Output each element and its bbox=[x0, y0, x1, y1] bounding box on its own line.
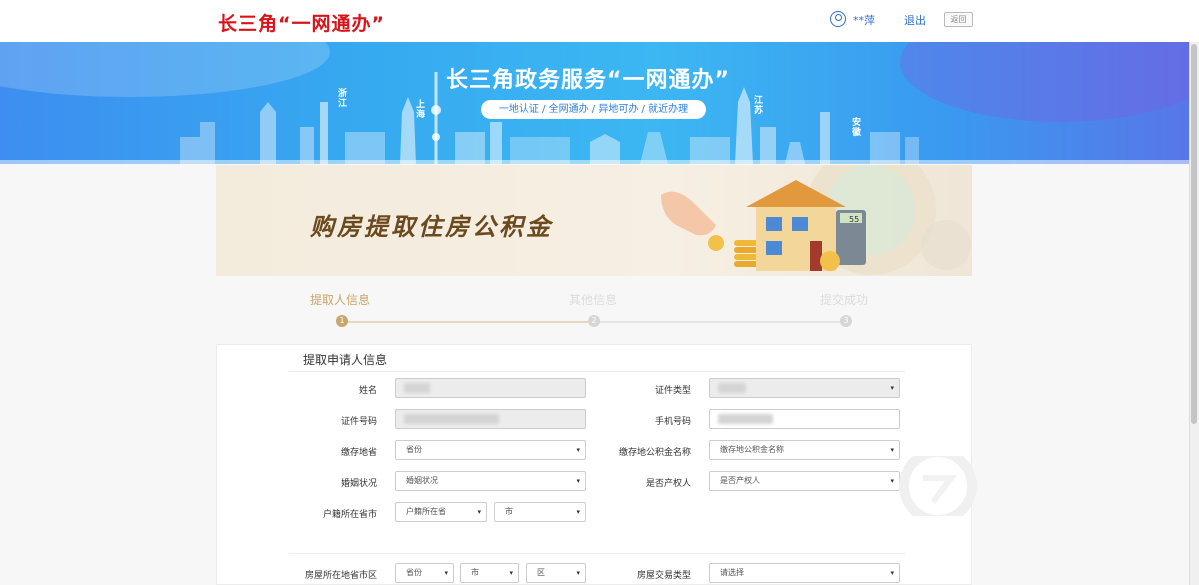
trade-type-label: 房屋交易类型 bbox=[636, 571, 691, 581]
province-label-jiangsu: 江苏 bbox=[754, 96, 764, 116]
step-2-dot: 2 bbox=[588, 315, 600, 327]
house-province-value: 省份 bbox=[406, 568, 422, 577]
redacted-id-number bbox=[404, 414, 499, 424]
id-type-label: 证件类型 bbox=[654, 386, 691, 396]
logout-link[interactable]: 退出 bbox=[904, 12, 926, 28]
province-label-shanghai: 上海 bbox=[416, 100, 426, 120]
marital-value: 婚姻状况 bbox=[406, 476, 438, 485]
owner-select[interactable]: 是否产权人 ▾ bbox=[709, 471, 900, 491]
household-city-select[interactable]: 市 ▾ bbox=[494, 502, 586, 522]
deposit-province-label: 缴存地省 bbox=[340, 448, 377, 458]
redacted-id-type bbox=[718, 383, 746, 393]
banner: 长三角政务服务“一网通办” 一地认证 / 全网通办 / 异地可办 / 就近办理 … bbox=[0, 42, 1189, 164]
house-province-select[interactable]: 省份 ▾ bbox=[395, 563, 454, 583]
section-title: 提取申请人信息 bbox=[303, 353, 388, 367]
chevron-down-icon: ▾ bbox=[509, 569, 513, 577]
step-3-dot: 3 bbox=[840, 315, 852, 327]
id-number-field[interactable] bbox=[395, 409, 586, 429]
house-district-select[interactable]: 区 ▾ bbox=[526, 563, 586, 583]
back-button[interactable]: 返回 bbox=[944, 12, 973, 27]
redacted-name bbox=[404, 383, 430, 393]
step-2-label: 其他信息 bbox=[569, 293, 618, 307]
top-bar: 长三角“一网通办” **萍 退出 返回 bbox=[0, 0, 1199, 43]
user-icon[interactable] bbox=[830, 11, 846, 27]
household-province-value: 户籍所在省 bbox=[406, 507, 446, 516]
chevron-down-icon: ▾ bbox=[444, 569, 448, 577]
step-1-label: 提取人信息 bbox=[310, 293, 371, 307]
site-logo[interactable]: 长三角“一网通办” bbox=[218, 9, 385, 36]
phone-label: 手机号码 bbox=[654, 417, 691, 427]
section-divider bbox=[289, 371, 905, 372]
chevron-down-icon: ▾ bbox=[576, 477, 580, 485]
deposit-province-select[interactable]: 省份 ▾ bbox=[395, 440, 586, 460]
banner-title: 长三角政务服务“一网通办” bbox=[446, 68, 730, 93]
trade-type-select[interactable]: 请选择 ▾ bbox=[709, 563, 900, 583]
decorative-watermark-icon bbox=[899, 456, 977, 516]
id-type-select[interactable]: ▾ bbox=[709, 378, 900, 398]
province-label-zhejiang: 浙江 bbox=[338, 89, 348, 109]
household-city-value: 市 bbox=[505, 507, 513, 516]
phone-field[interactable] bbox=[709, 409, 900, 429]
trade-type-value: 请选择 bbox=[720, 568, 744, 577]
house-location-label: 房屋所在地省市区 bbox=[304, 571, 377, 581]
name-label: 姓名 bbox=[358, 386, 377, 396]
chevron-down-icon: ▾ bbox=[890, 384, 894, 392]
marital-label: 婚姻状况 bbox=[340, 479, 377, 489]
house-city-value: 市 bbox=[471, 568, 479, 577]
house-city-select[interactable]: 市 ▾ bbox=[460, 563, 519, 583]
progress-steps: 提取人信息 1 其他信息 2 提交成功 3 bbox=[216, 277, 972, 337]
marital-select[interactable]: 婚姻状况 ▾ bbox=[395, 471, 586, 491]
chevron-down-icon: ▾ bbox=[477, 508, 481, 516]
applicant-form: 提取申请人信息 姓名 证件类型 ▾ 证件号码 手机号码 缴存地省 省份 ▾ 缴存… bbox=[216, 344, 972, 585]
svg-text:55: 55 bbox=[849, 215, 859, 224]
step-1-dot: 1 bbox=[336, 315, 348, 327]
section-divider-2 bbox=[289, 553, 905, 554]
owner-value: 是否产权人 bbox=[720, 476, 760, 485]
fund-center-label: 缴存地公积金名称 bbox=[618, 448, 691, 458]
fund-center-select[interactable]: 缴存地公积金名称 ▾ bbox=[709, 440, 900, 460]
step-connector-progress bbox=[342, 321, 594, 323]
name-field[interactable] bbox=[395, 378, 586, 398]
id-number-label: 证件号码 bbox=[340, 417, 377, 427]
step-3-label: 提交成功 bbox=[820, 293, 869, 307]
chevron-down-icon: ▾ bbox=[576, 569, 580, 577]
fund-center-value: 缴存地公积金名称 bbox=[720, 445, 784, 454]
user-name[interactable]: **萍 bbox=[853, 12, 875, 28]
household-label: 户籍所在省市 bbox=[322, 510, 377, 520]
redacted-phone bbox=[718, 414, 773, 424]
household-province-select[interactable]: 户籍所在省 ▾ bbox=[395, 502, 487, 522]
owner-label: 是否产权人 bbox=[645, 479, 691, 489]
chevron-down-icon: ▾ bbox=[576, 446, 580, 454]
chevron-down-icon: ▾ bbox=[890, 569, 894, 577]
chevron-down-icon: ▾ bbox=[576, 508, 580, 516]
house-district-value: 区 bbox=[537, 568, 545, 577]
service-hero-banner: 55 购房提取住房公积金 bbox=[216, 165, 972, 276]
deposit-province-value: 省份 bbox=[406, 445, 422, 454]
province-label-anhui: 安徽 bbox=[852, 118, 862, 138]
scrollbar-thumb[interactable] bbox=[1191, 44, 1197, 424]
banner-subtitle: 一地认证 / 全网通办 / 异地可办 / 就近办理 bbox=[481, 100, 706, 119]
service-title: 购房提取住房公积金 bbox=[310, 213, 553, 241]
